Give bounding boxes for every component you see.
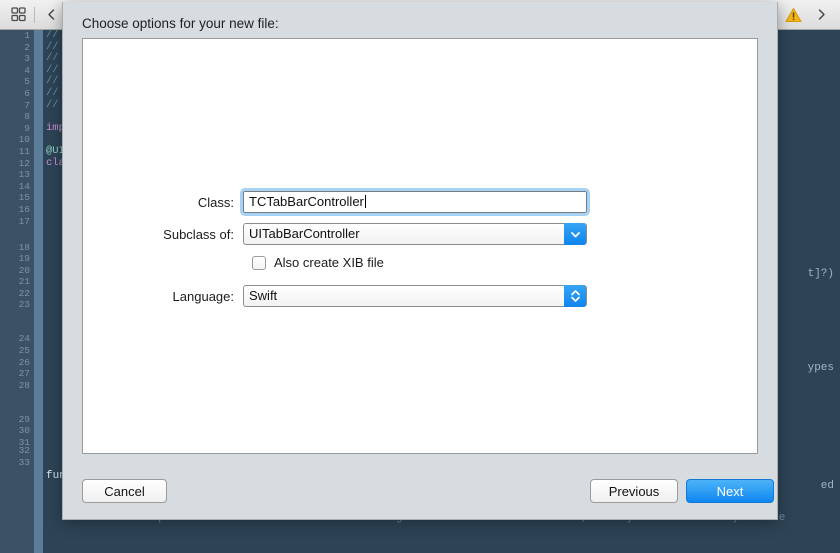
line-number: 20: [18, 264, 30, 276]
dialog-content-panel: Class: TCTabBarController Subclass of: U…: [82, 38, 758, 454]
code-right-fragment: t]?): [807, 268, 834, 280]
subclass-label: Subclass of:: [163, 226, 234, 242]
line-number: 8: [24, 111, 30, 123]
line-number: 26: [18, 356, 30, 368]
field-row-language: Language: Swift: [83, 285, 587, 307]
line-number: 30: [18, 425, 30, 437]
line-number: 18: [18, 241, 30, 253]
line-number: 3: [24, 53, 30, 65]
dialog-title: Choose options for your new file:: [82, 16, 279, 31]
line-number: 14: [18, 180, 30, 192]
language-label: Language:: [172, 288, 234, 304]
field-row-subclass: Subclass of: UITabBarController: [83, 223, 587, 245]
line-number: 22: [18, 287, 30, 299]
line-number: 23: [18, 299, 30, 311]
previous-button[interactable]: Previous: [590, 479, 678, 503]
class-input[interactable]: TCTabBarController: [240, 188, 590, 216]
line-number: 33: [18, 456, 30, 468]
line-number: 32: [18, 445, 30, 457]
chevron-left-icon[interactable]: [38, 4, 64, 26]
chevron-down-icon[interactable]: [564, 223, 586, 245]
toolbar-left-group: [0, 4, 64, 26]
language-select-value: Swift: [249, 288, 278, 303]
line-number: 24: [18, 333, 30, 345]
line-number: 2: [24, 41, 30, 53]
line-number: 4: [24, 64, 30, 76]
line-number: 27: [18, 368, 30, 380]
new-file-options-dialog: Choose options for your new file: Class:…: [62, 2, 778, 520]
line-number: 17: [18, 215, 30, 227]
line-number: 29: [18, 413, 30, 425]
subclass-select-value: UITabBarController: [249, 226, 360, 241]
class-input-value: TCTabBarController: [249, 194, 364, 209]
xib-checkbox-row[interactable]: Also create XIB file: [252, 255, 384, 270]
xib-checkbox[interactable]: [252, 255, 266, 270]
line-number: 15: [18, 192, 30, 204]
chevron-up-down-icon[interactable]: [564, 285, 586, 307]
line-number: 13: [18, 169, 30, 181]
line-number: 9: [24, 122, 30, 134]
line-number: 19: [18, 253, 30, 265]
line-number: 16: [18, 203, 30, 215]
field-row-class: Class: TCTabBarController: [83, 188, 590, 216]
line-number: 5: [24, 76, 30, 88]
line-number: 1: [24, 30, 30, 41]
subclass-select[interactable]: UITabBarController: [243, 223, 587, 245]
line-number: 7: [24, 99, 30, 111]
grid-icon[interactable]: [5, 4, 31, 26]
line-number: 6: [24, 87, 30, 99]
cancel-button[interactable]: Cancel: [82, 479, 167, 503]
xib-checkbox-label: Also create XIB file: [274, 255, 384, 270]
text-caret: [364, 195, 366, 208]
editor-change-bar: [34, 30, 43, 553]
class-label: Class:: [197, 194, 234, 210]
app-window: 1 2 3 4 5 6 7 8 9 10 11 12 13 14 15 16 17 18 19 20 21 22 23 24 2…: [0, 0, 840, 553]
next-button[interactable]: Next: [686, 479, 774, 503]
toolbar-divider: [34, 6, 35, 23]
warning-triangle-icon[interactable]: [785, 7, 802, 23]
code-right-fragment: ypes: [807, 362, 834, 374]
line-number: 10: [18, 134, 30, 146]
line-number: 28: [18, 379, 30, 391]
line-number: 21: [18, 276, 30, 288]
line-number-column: 1 2 3 4 5 6 7 8 9 10 11 12 13 14 15 16 17 18 19 20 21 22 23 24 2…: [0, 30, 30, 468]
line-number: 11: [18, 145, 30, 157]
line-number: 31: [18, 437, 30, 449]
language-select[interactable]: Swift: [243, 285, 587, 307]
chevron-right-icon[interactable]: [808, 4, 834, 26]
line-number: 12: [18, 157, 30, 169]
line-number: 25: [18, 345, 30, 357]
